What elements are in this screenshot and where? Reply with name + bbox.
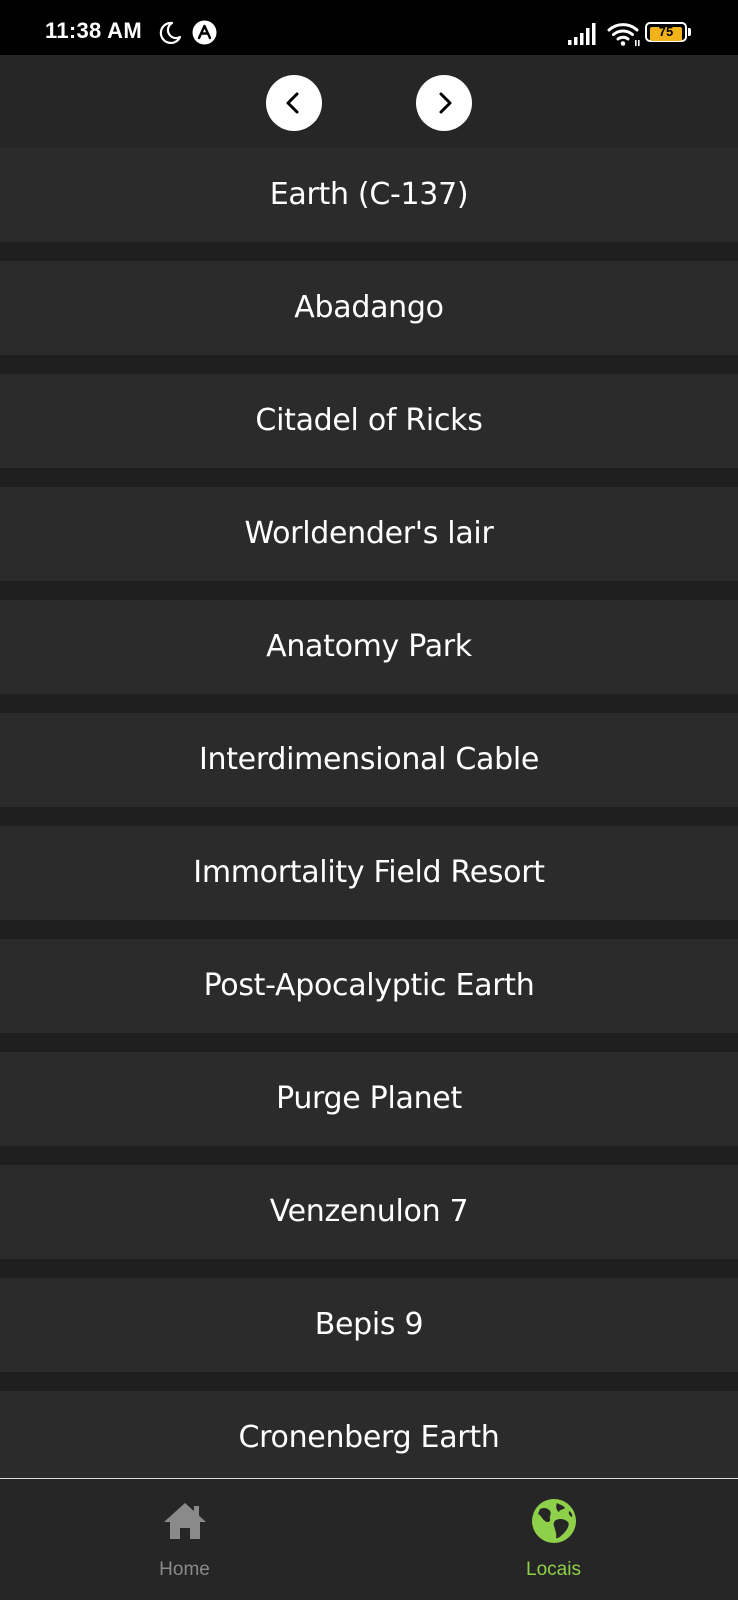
location-list-item[interactable]: Worldender's lair	[0, 487, 738, 581]
location-list: Earth (C-137) Abadango Citadel of Ricks …	[0, 148, 738, 1478]
location-list-item[interactable]: Venzenulon 7	[0, 1165, 738, 1259]
location-list-item[interactable]: Cronenberg Earth	[0, 1391, 738, 1478]
location-list-item[interactable]: Abadango	[0, 261, 738, 355]
location-name: Anatomy Park	[266, 629, 472, 664]
globe-icon	[532, 1499, 576, 1543]
chevron-left-icon	[286, 92, 299, 114]
pagination-bar	[0, 55, 738, 148]
location-name: Venzenulon 7	[269, 1194, 469, 1229]
location-name: Bepis 9	[314, 1307, 424, 1342]
location-name: Citadel of Ricks	[255, 403, 483, 438]
app-notification-icon	[192, 20, 217, 45]
location-list-item[interactable]: Interdimensional Cable	[0, 713, 738, 807]
app-screen: 11:38 AM 75 Earth (C-137) Abadango Citad…	[0, 0, 738, 1600]
location-name: Cronenberg Earth	[238, 1420, 500, 1455]
tab-home-label: Home	[159, 1559, 210, 1580]
previous-page-button[interactable]	[266, 75, 322, 131]
status-time: 11:38 AM	[45, 18, 142, 43]
next-page-button[interactable]	[416, 75, 472, 131]
location-list-item[interactable]: Earth (C-137)	[0, 148, 738, 242]
chevron-right-icon	[439, 92, 452, 114]
location-list-item[interactable]: Post-Apocalyptic Earth	[0, 939, 738, 1033]
moon-icon	[159, 21, 182, 44]
location-name: Immortality Field Resort	[193, 855, 545, 890]
location-list-item[interactable]: Bepis 9	[0, 1278, 738, 1372]
location-list-item[interactable]: Purge Planet	[0, 1052, 738, 1146]
location-name: Purge Planet	[276, 1081, 462, 1116]
location-list-item[interactable]: Anatomy Park	[0, 600, 738, 694]
location-name: Worldender's lair	[244, 516, 494, 551]
status-bar: 11:38 AM 75	[0, 0, 738, 55]
tab-locais[interactable]: Locais	[369, 1479, 738, 1600]
location-name: Abadango	[294, 290, 444, 325]
wifi-icon	[607, 23, 640, 46]
signal-icon	[568, 23, 596, 45]
tab-home[interactable]: Home	[0, 1479, 369, 1600]
bottom-navigation: Home Locais	[0, 1478, 738, 1600]
battery-level: 75	[658, 24, 674, 39]
location-name: Earth (C-137)	[269, 177, 469, 212]
battery-icon: 75	[645, 22, 695, 46]
home-icon	[164, 1503, 206, 1539]
location-list-item[interactable]: Citadel of Ricks	[0, 374, 738, 468]
location-name: Post-Apocalyptic Earth	[203, 968, 535, 1003]
location-list-item[interactable]: Immortality Field Resort	[0, 826, 738, 920]
location-name: Interdimensional Cable	[198, 742, 540, 777]
tab-locais-label: Locais	[526, 1559, 581, 1580]
